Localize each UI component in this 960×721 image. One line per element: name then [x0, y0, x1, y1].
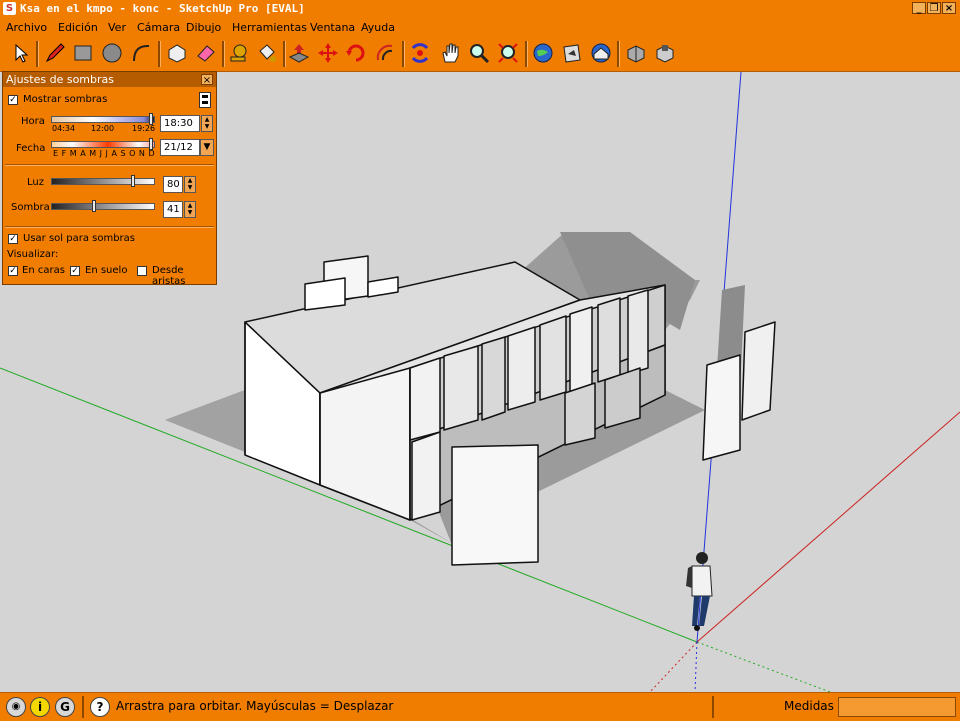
- menu-ayuda[interactable]: Ayuda: [361, 21, 395, 34]
- pan-icon[interactable]: [437, 40, 463, 66]
- toolbar-divider: [525, 41, 528, 67]
- on-faces-checkbox[interactable]: ✓: [8, 266, 18, 276]
- rectangle-icon[interactable]: [70, 40, 96, 66]
- user-icon[interactable]: G: [55, 697, 75, 717]
- date-slider[interactable]: [51, 141, 155, 148]
- main-toolbar: [0, 37, 960, 72]
- circle-icon[interactable]: [99, 40, 125, 66]
- panel-title: Ajustes de sombras: [3, 72, 216, 87]
- help-icon[interactable]: ?: [90, 697, 110, 717]
- toolbar-divider: [617, 41, 620, 67]
- time-tick-end: 19:26: [132, 124, 156, 133]
- light-label: Luz: [27, 177, 44, 188]
- status-message: Arrastra para orbitar. Mayúsculas = Desp…: [116, 699, 394, 713]
- month-ticks: E F M A M J J A S O N D: [53, 149, 156, 158]
- rotate-icon[interactable]: [343, 40, 369, 66]
- time-slider[interactable]: [51, 116, 155, 123]
- dark-label: Sombra: [11, 202, 50, 213]
- dark-input[interactable]: 41: [163, 201, 183, 218]
- on-ground-checkbox[interactable]: ✓: [70, 266, 80, 276]
- panel-close-button[interactable]: ×: [201, 74, 213, 86]
- time-spinner[interactable]: ▲ ▼: [201, 115, 213, 132]
- get-models-icon[interactable]: [588, 40, 614, 66]
- dark-spinner[interactable]: ▲ ▼: [184, 201, 196, 218]
- display-label: Visualizar:: [7, 249, 59, 260]
- menu-camara[interactable]: Cámara: [137, 21, 180, 34]
- menu-ventana[interactable]: Ventana: [310, 21, 355, 34]
- menu-bar: Archivo Edición Ver Cámara Dibujo Herram…: [0, 18, 960, 37]
- make-component-icon[interactable]: [164, 40, 190, 66]
- arc-icon[interactable]: [128, 40, 154, 66]
- measurements-input[interactable]: [838, 697, 956, 717]
- credits-icon[interactable]: i: [30, 697, 50, 717]
- shadow-settings-panel: Ajustes de sombras × ✓ Mostrar sombras H…: [2, 71, 217, 287]
- minimize-button[interactable]: _: [912, 2, 926, 14]
- google-earth-icon[interactable]: [530, 40, 556, 66]
- light-slider[interactable]: [51, 178, 155, 185]
- status-divider: [82, 696, 84, 718]
- toolbar-divider: [158, 41, 161, 67]
- zoom-icon[interactable]: [466, 40, 492, 66]
- geo-location-icon[interactable]: ◉: [6, 697, 26, 717]
- show-shadows-checkbox[interactable]: ✓: [8, 95, 18, 105]
- red-axis-negative: [649, 641, 698, 692]
- eraser-icon[interactable]: [193, 40, 219, 66]
- menu-edicion[interactable]: Edición: [58, 21, 98, 34]
- blue-axis-negative: [694, 641, 698, 692]
- time-label: Hora: [21, 116, 45, 127]
- panel-divider: [5, 164, 214, 166]
- use-sun-label: Usar sol para sombras: [23, 233, 135, 244]
- select-icon[interactable]: [7, 40, 33, 66]
- offset-icon[interactable]: [372, 40, 398, 66]
- tape-measure-icon[interactable]: [226, 40, 252, 66]
- time-tick-mid: 12:00: [91, 124, 115, 133]
- menu-dibujo[interactable]: Dibujo: [186, 21, 221, 34]
- menu-archivo[interactable]: Archivo: [6, 21, 47, 34]
- toolbar-divider: [402, 41, 405, 67]
- paint-bucket-icon[interactable]: [254, 40, 280, 66]
- toolbar-divider: [222, 41, 225, 67]
- date-label: Fecha: [16, 143, 46, 154]
- date-input[interactable]: 21/12: [160, 139, 200, 156]
- dark-slider-knob[interactable]: [92, 200, 96, 212]
- zoom-extents-icon[interactable]: [495, 40, 521, 66]
- on-faces-label: En caras: [22, 265, 65, 276]
- share-component-icon[interactable]: [623, 40, 649, 66]
- from-edges-label: Desde aristas: [152, 265, 186, 287]
- warehouse-component-icon[interactable]: [652, 40, 678, 66]
- move-icon[interactable]: [315, 40, 341, 66]
- green-axis-negative: [696, 641, 831, 692]
- status-bar: ◉ i G ? Arrastra para orbitar. Mayúscula…: [0, 692, 960, 721]
- window-title: Ksa en el kmpo - konc - SketchUp Pro [EV…: [20, 2, 305, 15]
- panel-divider: [5, 226, 214, 228]
- use-sun-checkbox[interactable]: ✓: [8, 234, 18, 244]
- menu-herramientas[interactable]: Herramientas: [232, 21, 307, 34]
- orbit-icon[interactable]: [407, 40, 433, 66]
- place-model-icon[interactable]: [559, 40, 585, 66]
- measurements-label: Medidas: [784, 699, 834, 713]
- light-slider-knob[interactable]: [131, 175, 135, 187]
- status-divider: [712, 696, 714, 718]
- light-input[interactable]: 80: [163, 176, 183, 193]
- menu-ver[interactable]: Ver: [108, 21, 126, 34]
- panel-collapse-toggle[interactable]: [199, 92, 211, 108]
- time-input[interactable]: 18:30: [160, 115, 200, 132]
- toolbar-divider: [36, 41, 39, 67]
- restore-button[interactable]: ❐: [927, 2, 941, 14]
- on-ground-label: En suelo: [85, 265, 128, 276]
- push-pull-icon[interactable]: [286, 40, 312, 66]
- title-bar: S Ksa en el kmpo - konc - SketchUp Pro […: [0, 0, 960, 18]
- light-spinner[interactable]: ▲ ▼: [184, 176, 196, 193]
- calendar-dropdown-icon[interactable]: ▼: [200, 139, 214, 156]
- close-window-button[interactable]: ×: [942, 2, 956, 14]
- from-edges-checkbox[interactable]: [137, 266, 147, 276]
- time-tick-start: 04:34: [52, 124, 76, 133]
- sketchup-logo-icon: S: [3, 2, 16, 15]
- dark-slider[interactable]: [51, 203, 155, 210]
- pencil-icon[interactable]: [42, 40, 68, 66]
- show-shadows-label: Mostrar sombras: [23, 94, 108, 105]
